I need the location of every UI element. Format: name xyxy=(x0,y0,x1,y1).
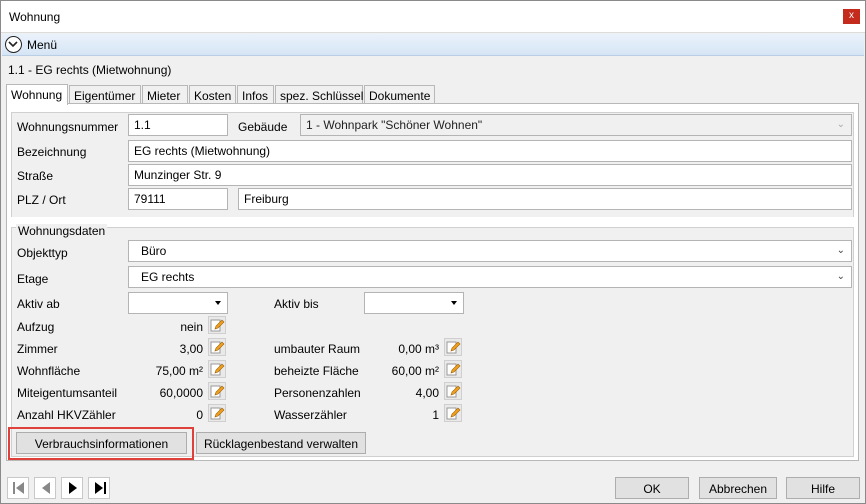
tab-label: Wohnung xyxy=(11,88,63,102)
edit-pencil-icon[interactable] xyxy=(444,360,462,378)
zimmer-label: Zimmer xyxy=(17,342,58,356)
skip-first-icon[interactable] xyxy=(7,477,29,499)
tab-label: Infos xyxy=(242,89,269,103)
chevron-down-circle-icon[interactable] xyxy=(5,36,22,53)
wasserzaehler-label: Wasserzähler xyxy=(274,408,347,422)
miteigentum-label: Miteigentumsanteil xyxy=(17,386,118,400)
aktiv-ab-date[interactable] xyxy=(128,292,228,314)
etage-value: EG rechts xyxy=(141,270,195,284)
ort-field[interactable]: Freiburg xyxy=(238,188,852,210)
hkv-label: Anzahl HKVZähler xyxy=(17,408,116,422)
strasse-label: Straße xyxy=(17,169,54,183)
edit-pencil-icon[interactable] xyxy=(208,382,226,400)
menu-label[interactable]: Menü xyxy=(27,38,57,52)
bezeichnung-label: Bezeichnung xyxy=(17,145,87,159)
dialog-window: Wohnung x Menü 1.1 - EG rechts (Mietwohn… xyxy=(0,0,866,504)
window-title: Wohnung xyxy=(9,10,61,24)
next-icon[interactable] xyxy=(61,477,83,499)
record-title: 1.1 - EG rechts (Mietwohnung) xyxy=(8,63,172,77)
title-bar: Wohnung x xyxy=(1,1,865,33)
beheizte-flaeche-value: 60,00 m² xyxy=(391,364,439,378)
tab-dokumente[interactable]: Dokumente xyxy=(364,85,435,104)
etage-select[interactable]: EG rechts ⌄ xyxy=(128,266,852,288)
miteigentum-value: 60,0000 xyxy=(159,386,203,400)
tab-panel: Wohnungsnummer 1.1 Gebäude 1 - Wohnpark … xyxy=(6,103,859,461)
strasse-field[interactable]: Munzinger Str. 9 xyxy=(128,164,852,186)
ok-button[interactable]: OK xyxy=(615,477,689,499)
highlight-frame xyxy=(8,427,194,460)
objekttyp-select[interactable]: Büro ⌄ xyxy=(128,240,852,262)
plz-ort-label: PLZ / Ort xyxy=(17,193,66,207)
tab-infos[interactable]: Infos xyxy=(237,85,274,104)
wohnflaeche-value: 75,00 m² xyxy=(155,364,203,378)
aktiv-bis-date[interactable] xyxy=(364,292,464,314)
chevron-down-icon: ⌄ xyxy=(836,119,845,130)
wohnungsnummer-label: Wohnungsnummer xyxy=(17,120,119,134)
tab-wohnung[interactable]: Wohnung xyxy=(6,84,68,105)
tab-label: Kosten xyxy=(194,89,232,103)
close-button[interactable]: x xyxy=(843,9,860,24)
skip-last-icon[interactable] xyxy=(88,477,110,499)
aufzug-value: nein xyxy=(180,320,203,334)
objekttyp-value: Büro xyxy=(141,244,167,258)
personenzahlen-value: 4,00 xyxy=(415,386,439,400)
gebaeude-select[interactable]: 1 - Wohnpark "Schöner Wohnen" ⌄ xyxy=(300,114,852,136)
edit-pencil-icon[interactable] xyxy=(208,316,226,334)
wohnungsdaten-title: Wohnungsdaten xyxy=(16,224,108,238)
abbrechen-button[interactable]: Abbrechen xyxy=(699,477,777,499)
wohnflaeche-label: Wohnfläche xyxy=(17,364,81,378)
gebaeude-label: Gebäude xyxy=(238,120,288,134)
edit-pencil-icon[interactable] xyxy=(444,404,462,422)
edit-pencil-icon[interactable] xyxy=(208,338,226,356)
hilfe-button[interactable]: Hilfe xyxy=(786,477,860,499)
tab-kosten[interactable]: Kosten xyxy=(189,85,236,104)
tab-label: spez. Schlüssel xyxy=(280,89,364,103)
gebaeude-value: 1 - Wohnpark "Schöner Wohnen" xyxy=(306,118,483,132)
edit-pencil-icon[interactable] xyxy=(444,338,462,356)
beheizte-flaeche-label: beheizte Fläche xyxy=(274,364,359,378)
umbauter-raum-value: 0,00 m³ xyxy=(398,342,439,356)
objekttyp-label: Objekttyp xyxy=(17,246,68,260)
aufzug-label: Aufzug xyxy=(17,320,55,334)
bezeichnung-field[interactable]: EG rechts (Mietwohnung) xyxy=(128,140,852,162)
personenzahlen-label: Personenzahlen xyxy=(274,386,361,400)
dropdown-arrow-icon xyxy=(215,301,221,305)
edit-pencil-icon[interactable] xyxy=(208,404,226,422)
tab-label: Eigentümer xyxy=(74,89,136,103)
bottom-bar: OK Abbrechen Hilfe xyxy=(2,471,864,503)
zimmer-value: 3,00 xyxy=(179,342,203,356)
umbauter-raum-label: umbauter Raum xyxy=(274,342,361,356)
prev-icon[interactable] xyxy=(34,477,56,499)
wasserzaehler-value: 1 xyxy=(432,408,439,422)
etage-label: Etage xyxy=(17,272,49,286)
edit-pencil-icon[interactable] xyxy=(208,360,226,378)
tab-label: Dokumente xyxy=(369,89,431,103)
chevron-down-icon: ⌄ xyxy=(836,271,845,282)
chevron-down-icon: ⌄ xyxy=(836,245,845,256)
dropdown-arrow-icon xyxy=(451,301,457,305)
tab-eigentuemer[interactable]: Eigentümer xyxy=(69,85,141,104)
wohnungsnummer-field[interactable]: 1.1 xyxy=(128,114,228,136)
tab-spez-schluessel[interactable]: spez. Schlüssel xyxy=(275,85,363,104)
tab-mieter[interactable]: Mieter xyxy=(142,85,188,104)
tab-label: Mieter xyxy=(147,89,181,103)
ruecklagenbestand-button[interactable]: Rücklagenbestand verwalten xyxy=(196,432,366,454)
aktiv-bis-label: Aktiv bis xyxy=(274,297,319,311)
aktiv-ab-label: Aktiv ab xyxy=(17,297,60,311)
edit-pencil-icon[interactable] xyxy=(444,382,462,400)
hkv-value: 0 xyxy=(196,408,203,422)
plz-field[interactable]: 79111 xyxy=(128,188,228,210)
menu-bar[interactable]: Menü xyxy=(2,34,864,56)
